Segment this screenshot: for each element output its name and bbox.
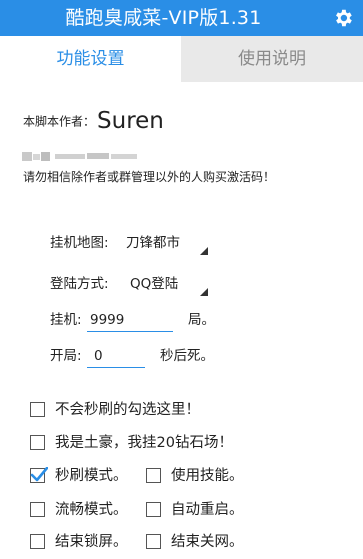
tab-bar: 功能设置 使用说明 — [0, 36, 363, 82]
checkbox-label: 自动重启。 — [171, 502, 244, 518]
checkbox-box[interactable] — [30, 534, 45, 549]
checkbox-box[interactable] — [30, 402, 45, 417]
checkbox-no-flash[interactable]: 不会秒刷的勾选这里！ — [30, 398, 250, 422]
checkbox-box[interactable] — [30, 435, 45, 450]
checkbox-auto-restart[interactable]: 自动重启。 — [146, 498, 256, 522]
hangup-input-underline — [87, 331, 173, 332]
author-name: Suren — [97, 108, 164, 134]
map-select[interactable]: 刀锋都市 — [126, 229, 180, 257]
start-suffix: 秒后死。 — [160, 348, 214, 364]
tab-function-settings[interactable]: 功能设置 — [0, 36, 181, 82]
checkbox-rich[interactable]: 我是土豪，我挂20钻石场！ — [30, 431, 290, 455]
blurred-contact-text — [22, 147, 138, 161]
dropdown-arrow-icon — [200, 247, 208, 255]
login-label: 登陆方式: — [50, 276, 109, 292]
start-input-underline — [87, 367, 145, 368]
hangup-label: 挂机: — [50, 312, 82, 328]
hangup-suffix: 局。 — [188, 312, 215, 328]
start-input[interactable]: 0 — [94, 342, 103, 370]
checkbox-smooth-mode[interactable]: 流畅模式。 — [30, 498, 140, 522]
checkmark-icon — [30, 467, 48, 482]
checkbox-box[interactable] — [146, 534, 161, 549]
checkbox-label: 流畅模式。 — [55, 502, 128, 518]
tab-instructions[interactable]: 使用说明 — [181, 36, 363, 82]
checkbox-lock-screen[interactable]: 结束锁屏。 — [30, 530, 140, 554]
map-setting-row: 挂机地图: 刀锋都市 — [50, 229, 220, 257]
login-select[interactable]: QQ登陆 — [130, 270, 178, 298]
checkbox-label: 我是土豪，我挂20钻石场！ — [55, 435, 233, 451]
checkbox-box[interactable] — [30, 467, 48, 483]
checkbox-box[interactable] — [146, 468, 161, 483]
warning-text: 请勿相信除作者或群管理以外的人购买激活码！ — [23, 170, 276, 184]
login-setting-row: 登陆方式: QQ登陆 — [50, 270, 220, 298]
checkbox-box[interactable] — [30, 502, 45, 517]
author-label: 本脚本作者： — [23, 114, 96, 129]
checkbox-close-network[interactable]: 结束关网。 — [146, 530, 256, 554]
start-setting-row: 开局: 0 秒后死。 — [50, 342, 250, 370]
checkbox-label: 使用技能。 — [171, 468, 244, 484]
checkbox-use-skill[interactable]: 使用技能。 — [146, 464, 256, 488]
checkbox-label: 结束锁屏。 — [55, 534, 128, 550]
checkbox-label: 不会秒刷的勾选这里！ — [55, 402, 200, 418]
app-title: 酷跑臭咸菜-VIP版1.31 — [65, 7, 262, 29]
hangup-input[interactable]: 9999 — [90, 306, 124, 334]
dropdown-arrow-icon — [200, 288, 208, 296]
author-line: 本脚本作者：Suren — [23, 108, 164, 138]
checkbox-flash-mode[interactable]: 秒刷模式。 — [30, 464, 140, 488]
gear-icon[interactable] — [331, 6, 355, 30]
checkbox-label: 秒刷模式。 — [55, 468, 128, 484]
checkbox-label: 结束关网。 — [171, 534, 244, 550]
start-label: 开局: — [50, 348, 82, 364]
title-bar: 酷跑臭咸菜-VIP版1.31 — [0, 0, 363, 36]
hangup-setting-row: 挂机: 9999 局。 — [50, 306, 250, 334]
map-label: 挂机地图: — [50, 235, 109, 251]
checkbox-box[interactable] — [146, 502, 161, 517]
